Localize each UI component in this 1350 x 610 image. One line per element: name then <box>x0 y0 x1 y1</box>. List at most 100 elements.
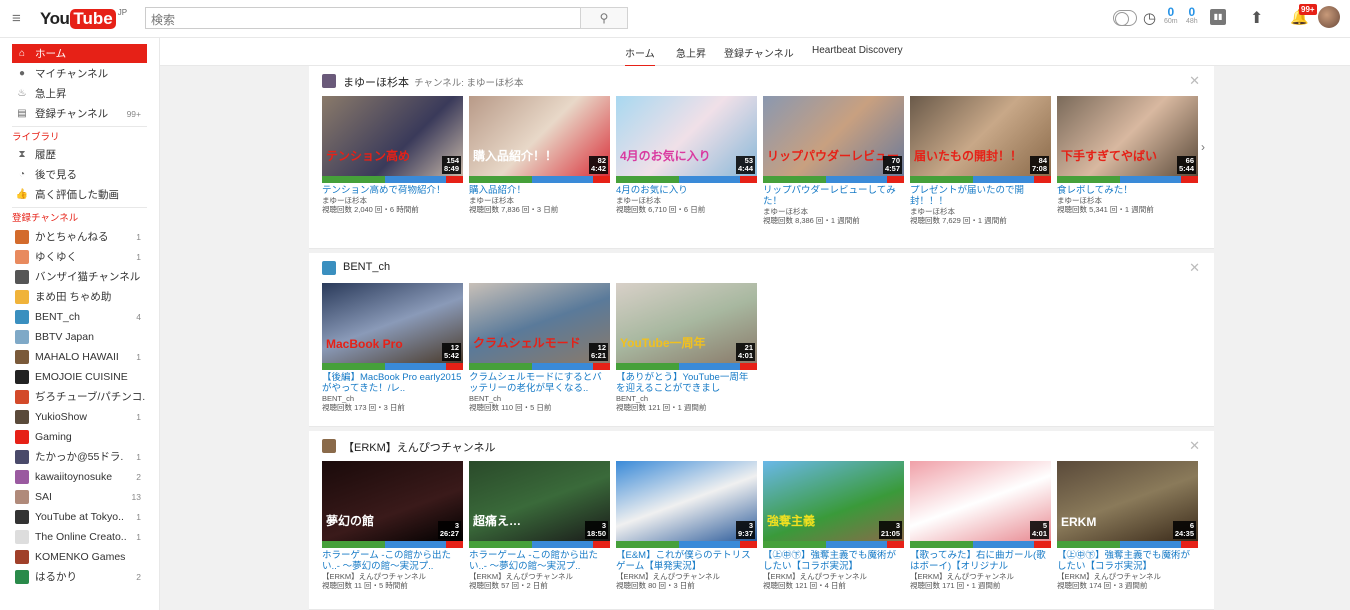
sidebar-item[interactable]: ゆくゆく 1 <box>12 247 147 266</box>
sidebar-item[interactable]: YukioShow 1 <box>12 407 147 426</box>
channel-avatar[interactable] <box>322 74 336 88</box>
video-thumbnail[interactable]: 購入品紹介！！ 82 4:42 <box>469 96 610 176</box>
video-thumbnail[interactable]: 下手すぎてやばい 66 5:44 <box>1057 96 1198 176</box>
tab-trending[interactable]: 急上昇 <box>676 45 706 60</box>
video-thumbnail[interactable]: 夢幻の館 3 26:27 <box>322 461 463 541</box>
video-title[interactable]: 【㊤㊥㊦】強奪主義でも魔術がしたい【コラボ実況】 <box>1057 550 1198 572</box>
video-channel[interactable]: 【ERKM】えんぴつチャンネル <box>910 572 1051 581</box>
youtube-logo[interactable]: You Tube JP <box>40 8 127 29</box>
account-avatar[interactable] <box>1318 6 1340 28</box>
sidebar-item[interactable]: たかっか@55ドラ. 1 <box>12 447 147 466</box>
video-title[interactable]: プレゼントが届いたので開封！！！ <box>910 185 1051 207</box>
video-channel[interactable]: まゆーほ杉本 <box>910 207 1051 216</box>
video-card[interactable]: テンション高め 154 8:49 テンション高めで荷物紹介！ まゆーほ杉本 視聴回数 2,… <box>322 96 463 214</box>
video-title[interactable]: 4月のお気に入り <box>616 185 757 196</box>
sidebar-item[interactable]: ぢろチューブ/パチンコ. <box>12 387 147 406</box>
video-channel[interactable]: まゆーほ杉本 <box>469 196 610 205</box>
close-icon[interactable]: ✕ <box>1189 73 1200 89</box>
video-title[interactable]: 【E&M】これが僕らのテトリスゲーム【単発実況】 <box>616 550 757 572</box>
video-channel[interactable]: まゆーほ杉本 <box>1057 196 1198 205</box>
video-title[interactable]: リップパウダーレビューしてみた！ <box>763 185 904 207</box>
video-card[interactable]: 下手すぎてやばい 66 5:44 食レポしてみた！ まゆーほ杉本 視聴回数 5,341 回… <box>1057 96 1198 214</box>
toggle-switch[interactable] <box>1113 10 1137 26</box>
menu-icon[interactable]: ≡ <box>12 10 21 27</box>
video-title[interactable]: 【ありがとう】YouTube一周年を迎えることができまし <box>616 372 757 394</box>
video-channel[interactable]: まゆーほ杉本 <box>616 196 757 205</box>
video-card[interactable]: 5 4:01 【歌ってみた】右に曲ガール(歌はボーイ)【オリジナル 【ERKM】えんぴ… <box>910 461 1051 590</box>
sidebar-item[interactable]: Gaming <box>12 427 147 446</box>
sidebar-item[interactable]: MAHALO HAWAII 1 <box>12 347 147 366</box>
video-title[interactable]: 【㊤㊥㊦】強奪主義でも魔術がしたい【コラボ実況】 <box>763 550 904 572</box>
sidebar-item[interactable]: BBTV Japan <box>12 327 147 346</box>
section-title[interactable]: BENT_ch <box>343 261 390 273</box>
video-thumbnail[interactable]: ERKM 6 24:35 <box>1057 461 1198 541</box>
video-thumbnail[interactable]: クラムシェルモード 12 6:21 <box>469 283 610 363</box>
video-card[interactable]: 届いたもの開封！！ 84 7:08 プレゼントが届いたので開封！！！ まゆーほ杉本 視聴回… <box>910 96 1051 225</box>
channel-avatar[interactable] <box>322 261 336 275</box>
sidebar-item[interactable]: BENT_ch 4 <box>12 307 147 326</box>
history-clock-icon[interactable]: ◷ <box>1143 9 1156 27</box>
video-thumbnail[interactable]: リップパウダーレビュー 70 4:57 <box>763 96 904 176</box>
sidebar-item[interactable]: ♨ 急上昇 <box>12 84 147 103</box>
tab-home[interactable]: ホーム <box>625 45 655 67</box>
video-channel[interactable]: BENT_ch <box>469 394 610 403</box>
sidebar-item[interactable]: かとちゃんねる 1 <box>12 227 147 246</box>
video-channel[interactable]: BENT_ch <box>322 394 463 403</box>
sidebar-item[interactable]: kawaiitoynosuke 2 <box>12 467 147 486</box>
video-thumbnail[interactable]: 5 4:01 <box>910 461 1051 541</box>
video-card[interactable]: 超痛え… 3 18:50 ホラーゲーム -この館から出たい..- ～夢幻の館～実況プ.… <box>469 461 610 590</box>
sidebar-item[interactable]: バンザイ猫チャンネル <box>12 267 147 286</box>
video-thumbnail[interactable]: 届いたもの開封！！ 84 7:08 <box>910 96 1051 176</box>
video-card[interactable]: クラムシェルモード 12 6:21 クラムシェルモードにするとバッテリーの老化が早くな… <box>469 283 610 412</box>
video-thumbnail[interactable]: MacBook Pro 12 5:42 <box>322 283 463 363</box>
video-card[interactable]: 強奪主義 3 21:05 【㊤㊥㊦】強奪主義でも魔術がしたい【コラボ実況】 【ERKM】… <box>763 461 904 590</box>
search-button[interactable]: ⚲ <box>580 7 628 29</box>
video-title[interactable]: テンション高めで荷物紹介！ <box>322 185 463 196</box>
video-thumbnail[interactable]: 4月のお気に入り 53 4:44 <box>616 96 757 176</box>
upload-icon[interactable]: ⬆ <box>1250 8 1263 28</box>
sidebar-item[interactable]: KOMENKO Games <box>12 547 147 566</box>
channel-avatar[interactable] <box>322 439 336 453</box>
video-channel[interactable]: まゆーほ杉本 <box>322 196 463 205</box>
video-thumbnail[interactable]: 強奪主義 3 21:05 <box>763 461 904 541</box>
sidebar-item[interactable]: 👍 高く評価した動画 <box>12 185 147 204</box>
tab-subscriptions[interactable]: 登録チャンネル <box>724 45 794 60</box>
video-channel[interactable]: 【ERKM】えんぴつチャンネル <box>469 572 610 581</box>
video-title[interactable]: 【後編】MacBook Pro early2015がやってきた！/レ.. <box>322 372 463 394</box>
video-channel[interactable]: 【ERKM】えんぴつチャンネル <box>763 572 904 581</box>
sidebar-item[interactable]: YouTube at Tokyo.. 1 <box>12 507 147 526</box>
video-card[interactable]: ERKM 6 24:35 【㊤㊥㊦】強奪主義でも魔術がしたい【コラボ実況】 【ERKM】… <box>1057 461 1198 590</box>
chevron-right-icon[interactable]: › <box>1201 140 1205 154</box>
video-card[interactable]: 購入品紹介！！ 82 4:42 購入品紹介！ まゆーほ杉本 視聴回数 7,836 回・3 … <box>469 96 610 214</box>
sidebar-item[interactable]: ⧗ 履歴 <box>12 145 147 164</box>
video-title[interactable]: 購入品紹介！ <box>469 185 610 196</box>
sidebar-item[interactable]: SAI 13 <box>12 487 147 506</box>
close-icon[interactable]: ✕ <box>1189 438 1200 454</box>
video-card[interactable]: 夢幻の館 3 26:27 ホラーゲーム -この館から出たい..- ～夢幻の館～実況プ.… <box>322 461 463 590</box>
video-card[interactable]: 3 9:37 【E&M】これが僕らのテトリスゲーム【単発実況】 【ERKM】えんぴつチ… <box>616 461 757 590</box>
video-thumbnail[interactable]: YouTube一周年 21 4:01 <box>616 283 757 363</box>
video-thumbnail[interactable]: 超痛え… 3 18:50 <box>469 461 610 541</box>
sidebar-item[interactable]: ◔ 後で見る <box>12 165 147 184</box>
video-card[interactable]: MacBook Pro 12 5:42 【後編】MacBook Pro early20… <box>322 283 463 412</box>
video-title[interactable]: ホラーゲーム -この館から出たい..- ～夢幻の館～実況プ.. <box>322 550 463 572</box>
video-channel[interactable]: まゆーほ杉本 <box>763 207 904 216</box>
video-thumbnail[interactable]: テンション高め 154 8:49 <box>322 96 463 176</box>
video-channel[interactable]: 【ERKM】えんぴつチャンネル <box>1057 572 1198 581</box>
video-card[interactable]: 4月のお気に入り 53 4:44 4月のお気に入り まゆーほ杉本 視聴回数 6,710 回… <box>616 96 757 214</box>
tab-heartbeat-discovery[interactable]: Heartbeat Discovery <box>812 45 903 56</box>
video-channel[interactable]: 【ERKM】えんぴつチャンネル <box>322 572 463 581</box>
video-title[interactable]: 【歌ってみた】右に曲ガール(歌はボーイ)【オリジナル <box>910 550 1051 572</box>
sidebar-item[interactable]: まめ田 ちゃめ助 <box>12 287 147 306</box>
sidebar-item[interactable]: はるかり 2 <box>12 567 147 586</box>
video-title[interactable]: クラムシェルモードにするとバッテリーの老化が早くなる.. <box>469 372 610 394</box>
video-thumbnail[interactable]: 3 9:37 <box>616 461 757 541</box>
sidebar-item[interactable]: The Online Creato.. 1 <box>12 527 147 546</box>
video-card[interactable]: リップパウダーレビュー 70 4:57 リップパウダーレビューしてみた！ まゆーほ杉本視… <box>763 96 904 225</box>
close-icon[interactable]: ✕ <box>1189 260 1200 276</box>
search-input[interactable]: 検索 <box>145 7 581 29</box>
video-card[interactable]: YouTube一周年 21 4:01 【ありがとう】YouTube一周年を迎えることが… <box>616 283 757 412</box>
sidebar-item[interactable]: ● マイチャンネル <box>12 64 147 83</box>
sidebar-item[interactable]: EMOJOIE CUISINE <box>12 367 147 386</box>
stats-icon[interactable]: ▮▮ <box>1210 9 1226 25</box>
